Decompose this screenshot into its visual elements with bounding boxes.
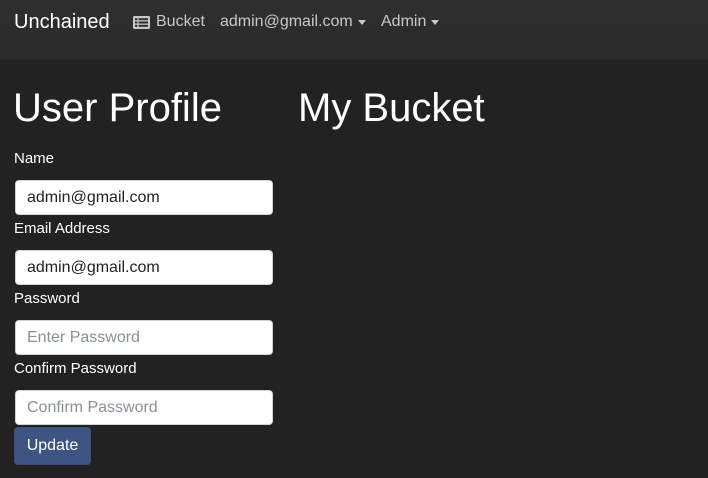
confirm-password-field[interactable] xyxy=(15,390,273,425)
password-label: Password xyxy=(14,290,80,307)
confirm-password-label: Confirm Password xyxy=(14,360,137,377)
caret-down-icon xyxy=(357,20,366,25)
email-field[interactable] xyxy=(15,250,273,285)
user-dropdown[interactable]: admin@gmail.com xyxy=(220,13,366,31)
user-profile-heading: User Profile xyxy=(13,86,222,130)
name-field[interactable] xyxy=(15,180,273,215)
admin-dropdown[interactable]: Admin xyxy=(381,13,440,31)
list-icon xyxy=(133,15,150,29)
nav-bucket-label: Bucket xyxy=(156,13,205,30)
email-label: Email Address xyxy=(14,220,110,237)
caret-down-icon xyxy=(431,20,440,25)
brand-link[interactable]: Unchained xyxy=(14,11,110,34)
user-dropdown-label: admin@gmail.com xyxy=(220,13,353,30)
nav-bucket-link[interactable]: Bucket xyxy=(133,13,205,31)
my-bucket-heading: My Bucket xyxy=(298,86,485,130)
update-button[interactable]: Update xyxy=(14,427,91,465)
navbar: Unchained Bucket admin@gmail.com Admin xyxy=(0,0,708,60)
name-label: Name xyxy=(14,150,55,167)
admin-dropdown-label: Admin xyxy=(381,13,427,30)
password-field[interactable] xyxy=(15,320,273,355)
